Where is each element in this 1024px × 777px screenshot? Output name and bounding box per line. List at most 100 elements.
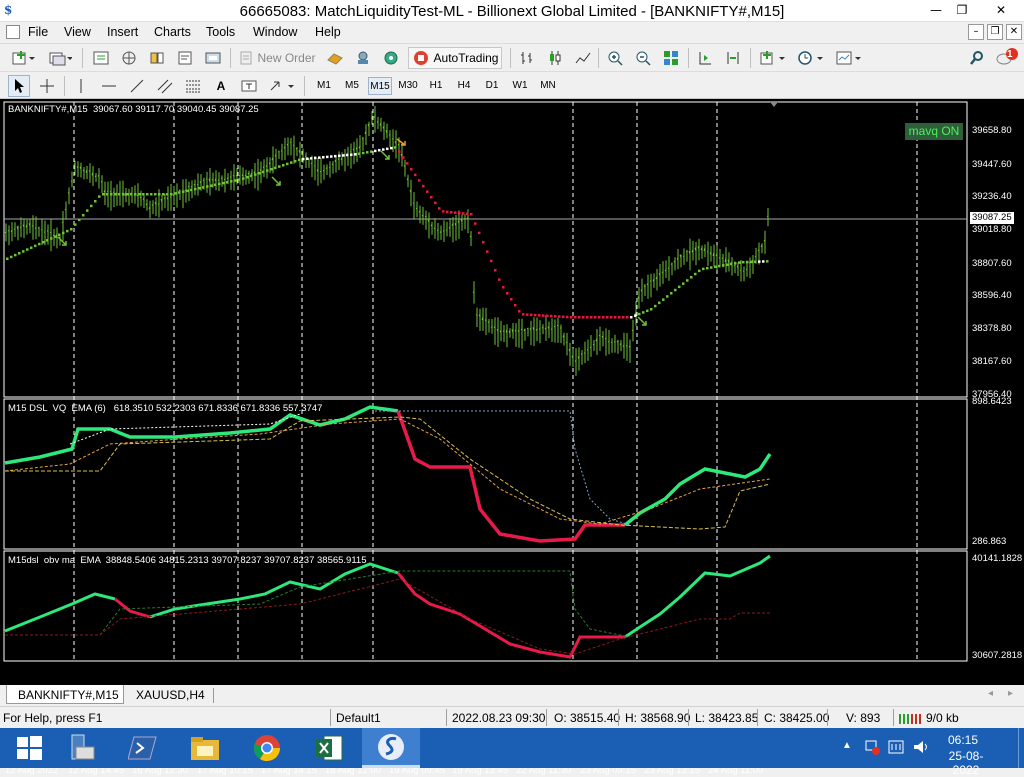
terminal-icon[interactable] [174, 47, 196, 69]
tab-xauusd[interactable]: XAUUSD,H4 [128, 688, 214, 703]
timeframe-mn[interactable]: MN [536, 77, 560, 95]
search-icon[interactable] [966, 47, 988, 69]
metatrader-taskbar-button[interactable] [362, 728, 420, 768]
strategy-tester-icon[interactable] [202, 47, 224, 69]
status-traffic: 9/0 kb [926, 711, 959, 725]
menu-bar: File View Insert Charts Tools Window Hel… [0, 22, 1024, 43]
tab-scroll-left-icon[interactable]: ◂ [988, 688, 993, 699]
show-desktop-button[interactable] [1018, 728, 1024, 768]
price-bar-tick [560, 328, 561, 329]
trendline-icon[interactable] [126, 75, 148, 97]
mdi-close-button[interactable]: ✕ [1006, 24, 1022, 40]
maximize-button[interactable]: ❐ [950, 1, 974, 21]
auto-scroll-icon[interactable] [694, 47, 716, 69]
menu-window[interactable]: Window [253, 25, 297, 39]
trend-dot [518, 310, 521, 313]
zoom-out-icon[interactable] [632, 47, 654, 69]
price-bar-tick [218, 180, 219, 181]
new-order-button[interactable]: New Order [236, 47, 318, 69]
market-icon[interactable] [378, 47, 404, 69]
mdi-minimize-button[interactable]: – [968, 24, 984, 40]
close-button[interactable]: ✕ [984, 1, 1018, 21]
timeframe-h4[interactable]: H4 [452, 77, 476, 95]
metaeditor-icon[interactable] [322, 47, 348, 69]
menu-insert[interactable]: Insert [107, 25, 138, 39]
price-bar-tick [755, 256, 756, 257]
timeframe-m5[interactable]: M5 [340, 77, 364, 95]
indicators-button[interactable] [756, 47, 790, 69]
timeframe-m30[interactable]: M30 [396, 77, 420, 95]
menu-view[interactable]: View [64, 25, 91, 39]
notifications-icon[interactable]: 1 [994, 46, 1020, 68]
menu-help[interactable]: Help [315, 25, 341, 39]
price-bar-tick [35, 228, 36, 229]
chart-menu-icon[interactable] [6, 25, 20, 39]
menu-tools[interactable]: Tools [206, 25, 235, 39]
chrome-icon[interactable] [238, 728, 296, 768]
tile-windows-icon[interactable] [660, 47, 682, 69]
tab-banknifty[interactable]: BANKNIFTY#,M15 [6, 685, 124, 704]
trend-dot [90, 205, 93, 208]
text-tool-icon[interactable]: A [210, 75, 232, 97]
powershell-icon[interactable] [114, 728, 172, 768]
taskbar-date[interactable]: 25-08-2022 [936, 749, 996, 777]
trend-dot [466, 213, 469, 216]
data-window-icon[interactable] [118, 47, 140, 69]
start-button[interactable] [0, 728, 58, 768]
fibonacci-icon[interactable] [182, 75, 204, 97]
chart-canvas[interactable] [0, 99, 1024, 685]
line-chart-icon[interactable] [572, 47, 594, 69]
timeframe-d1[interactable]: D1 [480, 77, 504, 95]
vertical-line-icon[interactable] [70, 75, 92, 97]
ime-icon[interactable] [888, 739, 904, 758]
profiles-button[interactable] [46, 47, 74, 69]
cursor-icon[interactable] [8, 75, 30, 97]
timeframe-m1[interactable]: M1 [312, 77, 336, 95]
trend-dot [154, 193, 157, 196]
trend-dot [534, 314, 537, 317]
price-bar-tick [671, 264, 672, 265]
horizontal-line-icon[interactable] [98, 75, 120, 97]
server-manager-icon[interactable] [52, 728, 110, 768]
chart-window[interactable]: BANKNIFTY#,M15 39067.60 39117.70 39040.4… [0, 99, 1024, 685]
tray-expand-icon[interactable]: ▲ [842, 740, 852, 751]
file-explorer-icon[interactable] [176, 728, 234, 768]
templates-button[interactable] [832, 47, 866, 69]
price-bar-tick [554, 326, 555, 327]
autotrading-button[interactable]: AutoTrading [408, 47, 502, 69]
trend-dot [454, 211, 457, 214]
excel-icon[interactable] [300, 728, 358, 768]
timeframe-w1[interactable]: W1 [508, 77, 532, 95]
trend-dot [190, 189, 193, 192]
trend-dot [738, 261, 741, 264]
minimize-button[interactable]: — [924, 1, 948, 21]
timeframe-m15[interactable]: M15 [368, 77, 392, 95]
zoom-in-icon[interactable] [604, 47, 626, 69]
periods-button[interactable] [794, 47, 828, 69]
equidistant-channel-icon[interactable] [154, 75, 176, 97]
trend-dot [158, 193, 161, 196]
text-label-icon[interactable] [238, 75, 260, 97]
candlestick-icon[interactable] [544, 47, 566, 69]
bar-chart-icon[interactable] [516, 47, 538, 69]
trend-dot [46, 239, 49, 242]
trend-dot [170, 193, 173, 196]
chart-shift-icon[interactable] [722, 47, 744, 69]
menu-charts[interactable]: Charts [154, 25, 191, 39]
trend-dot [438, 207, 441, 210]
crosshair-icon[interactable] [36, 75, 58, 97]
mdi-restore-button[interactable]: ❐ [987, 24, 1003, 40]
tab-scroll-right-icon[interactable]: ▸ [1008, 688, 1013, 699]
price-bar-tick [758, 250, 759, 251]
market-watch-icon[interactable] [90, 47, 112, 69]
navigator-icon[interactable] [146, 47, 168, 69]
new-chart-button[interactable] [8, 47, 38, 69]
trend-dot [546, 315, 549, 318]
signals-icon[interactable] [350, 47, 376, 69]
volume-icon[interactable] [912, 739, 930, 758]
menu-file[interactable]: File [28, 25, 48, 39]
timeframe-h1[interactable]: H1 [424, 77, 448, 95]
taskbar-time[interactable]: 06:15 [948, 733, 978, 747]
arrows-button[interactable] [266, 75, 298, 97]
network-icon[interactable] [864, 739, 880, 758]
